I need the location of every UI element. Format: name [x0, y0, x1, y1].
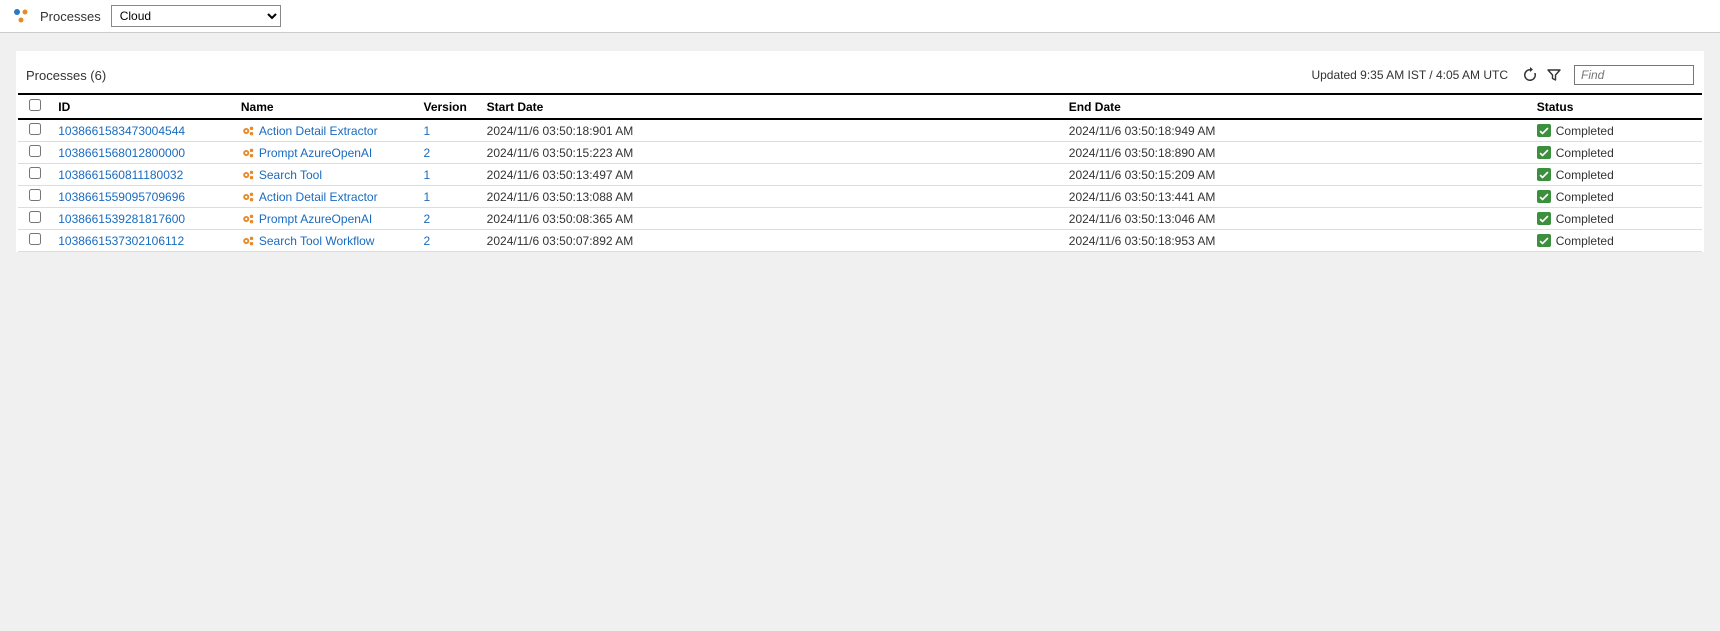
- row-checkbox[interactable]: [29, 123, 41, 135]
- process-version-link[interactable]: 2: [423, 234, 430, 248]
- end-date-cell: 2024/11/6 03:50:18:890 AM: [1063, 142, 1531, 164]
- process-version-link[interactable]: 1: [423, 190, 430, 204]
- status-check-icon: [1537, 124, 1551, 137]
- filter-button[interactable]: [1542, 65, 1566, 85]
- start-date-cell: 2024/11/6 03:50:13:088 AM: [481, 186, 1063, 208]
- end-date-cell: 2024/11/6 03:50:13:046 AM: [1063, 208, 1531, 230]
- status-label: Completed: [1556, 146, 1614, 160]
- environment-select[interactable]: Cloud: [111, 5, 281, 27]
- panel-title: Processes (6): [26, 68, 106, 83]
- process-id-link[interactable]: 1038661559095709696: [58, 190, 185, 204]
- start-date-cell: 2024/11/6 03:50:08:365 AM: [481, 208, 1063, 230]
- table-row: 1038661537302106112 Search Tool Workflow…: [18, 230, 1702, 252]
- start-date-cell: 2024/11/6 03:50:13:497 AM: [481, 164, 1063, 186]
- refresh-icon: [1522, 67, 1538, 83]
- table-row: 1038661568012800000 Prompt AzureOpenAI 2…: [18, 142, 1702, 164]
- panel-header: Processes (6) Updated 9:35 AM IST / 4:05…: [16, 61, 1704, 93]
- process-version-link[interactable]: 2: [423, 212, 430, 226]
- col-header-version[interactable]: Version: [417, 94, 480, 119]
- process-id-link[interactable]: 1038661583473004544: [58, 124, 185, 138]
- start-date-cell: 2024/11/6 03:50:15:223 AM: [481, 142, 1063, 164]
- status-check-icon: [1537, 212, 1551, 225]
- process-name-link[interactable]: Prompt AzureOpenAI: [259, 146, 372, 160]
- end-date-cell: 2024/11/6 03:50:15:209 AM: [1063, 164, 1531, 186]
- gear-icon: [241, 190, 255, 204]
- row-checkbox[interactable]: [29, 145, 41, 157]
- refresh-button[interactable]: [1518, 65, 1542, 85]
- process-id-link[interactable]: 1038661539281817600: [58, 212, 185, 226]
- status-label: Completed: [1556, 234, 1614, 248]
- col-header-start[interactable]: Start Date: [481, 94, 1063, 119]
- row-checkbox[interactable]: [29, 189, 41, 201]
- status-label: Completed: [1556, 212, 1614, 226]
- process-id-link[interactable]: 1038661568012800000: [58, 146, 185, 160]
- col-header-id[interactable]: ID: [52, 94, 235, 119]
- process-name-link[interactable]: Prompt AzureOpenAI: [259, 212, 372, 226]
- processes-panel: Processes (6) Updated 9:35 AM IST / 4:05…: [16, 51, 1704, 252]
- row-checkbox[interactable]: [29, 233, 41, 245]
- process-id-link[interactable]: 1038661560811180032: [58, 168, 183, 182]
- updated-timestamp: Updated 9:35 AM IST / 4:05 AM UTC: [1311, 68, 1508, 82]
- end-date-cell: 2024/11/6 03:50:18:949 AM: [1063, 119, 1531, 142]
- process-version-link[interactable]: 2: [423, 146, 430, 160]
- status-label: Completed: [1556, 168, 1614, 182]
- process-name-link[interactable]: Action Detail Extractor: [259, 124, 378, 138]
- filter-icon: [1546, 67, 1562, 83]
- status-check-icon: [1537, 190, 1551, 203]
- gear-icon: [241, 146, 255, 160]
- table-header-row: ID Name Version Start Date End Date Stat…: [18, 94, 1702, 119]
- processes-table: ID Name Version Start Date End Date Stat…: [18, 93, 1702, 252]
- processes-app-icon: [12, 7, 30, 25]
- process-name-link[interactable]: Search Tool: [259, 168, 322, 182]
- find-input[interactable]: [1574, 65, 1694, 85]
- start-date-cell: 2024/11/6 03:50:18:901 AM: [481, 119, 1063, 142]
- process-id-link[interactable]: 1038661537302106112: [58, 234, 184, 248]
- status-check-icon: [1537, 168, 1551, 181]
- status-check-icon: [1537, 146, 1551, 159]
- table-row: 1038661560811180032 Search Tool 1 2024/1…: [18, 164, 1702, 186]
- start-date-cell: 2024/11/6 03:50:07:892 AM: [481, 230, 1063, 252]
- topbar: Processes Cloud: [0, 0, 1720, 33]
- table-row: 1038661539281817600 Prompt AzureOpenAI 2…: [18, 208, 1702, 230]
- process-name-link[interactable]: Search Tool Workflow: [259, 234, 375, 248]
- gear-icon: [241, 124, 255, 138]
- gear-icon: [241, 168, 255, 182]
- end-date-cell: 2024/11/6 03:50:13:441 AM: [1063, 186, 1531, 208]
- table-row: 1038661559095709696 Action Detail Extrac…: [18, 186, 1702, 208]
- status-check-icon: [1537, 234, 1551, 247]
- select-all-checkbox[interactable]: [29, 99, 41, 111]
- col-header-end[interactable]: End Date: [1063, 94, 1531, 119]
- process-version-link[interactable]: 1: [423, 124, 430, 138]
- table-row: 1038661583473004544 Action Detail Extrac…: [18, 119, 1702, 142]
- row-checkbox[interactable]: [29, 167, 41, 179]
- col-header-name[interactable]: Name: [235, 94, 418, 119]
- status-label: Completed: [1556, 124, 1614, 138]
- status-label: Completed: [1556, 190, 1614, 204]
- gear-icon: [241, 234, 255, 248]
- app-label: Processes: [40, 9, 101, 24]
- process-name-link[interactable]: Action Detail Extractor: [259, 190, 378, 204]
- process-version-link[interactable]: 1: [423, 168, 430, 182]
- row-checkbox[interactable]: [29, 211, 41, 223]
- gear-icon: [241, 212, 255, 226]
- col-header-status[interactable]: Status: [1531, 94, 1702, 119]
- end-date-cell: 2024/11/6 03:50:18:953 AM: [1063, 230, 1531, 252]
